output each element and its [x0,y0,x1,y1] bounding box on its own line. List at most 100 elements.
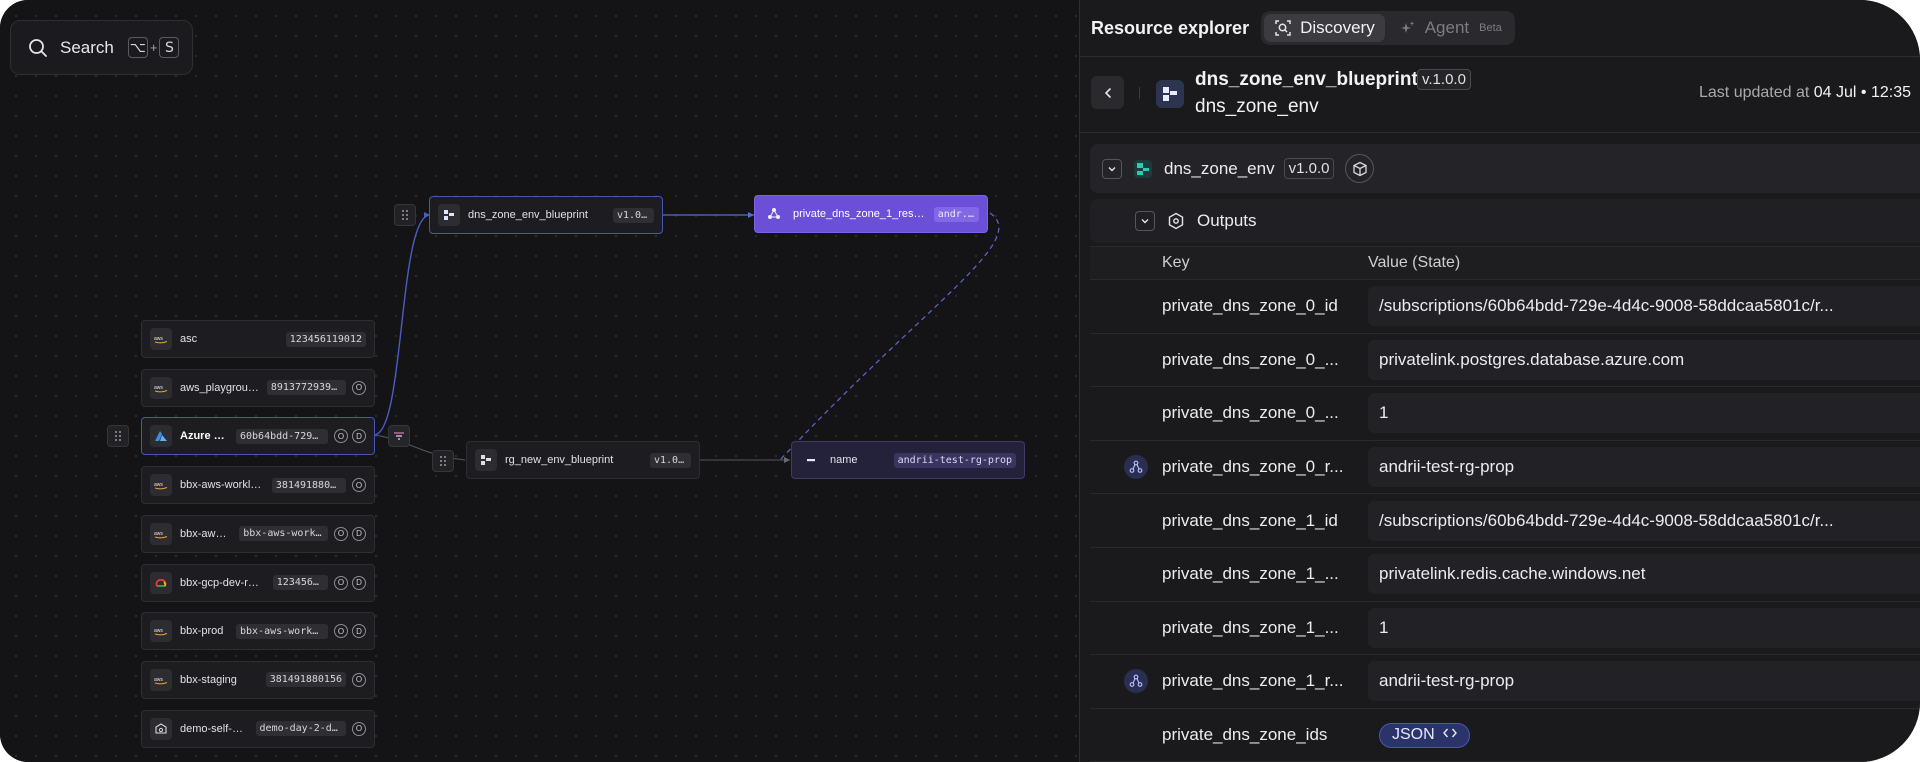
filter-icon [394,432,404,440]
self-hosted-icon [150,717,172,740]
account-id: bbx-aws-workl... [239,526,328,542]
edge-arrow [784,457,790,463]
agent-tab[interactable]: Agent Beta [1389,14,1512,42]
text-field-icon [800,449,822,471]
output-key: private_dns_zone_1_... [1162,564,1339,584]
environment-node[interactable]: aws bbx-staging 381491880156 O [141,660,375,699]
canvas-search[interactable]: Search ⌥ + S [10,20,193,75]
output-value[interactable]: privatelink.redis.cache.windows.net [1368,554,1920,595]
status-badge: O [352,672,366,687]
output-key: private_dns_zone_0_r... [1162,457,1344,477]
output-value-text: privatelink.postgres.database.azure.com [1379,349,1685,369]
node-rg-new-env-blueprint[interactable]: rg_new_env_blueprint v1.0.0 [466,441,700,479]
divider [1080,132,1920,133]
environment-icon [1134,159,1152,178]
output-value-text: privatelink.redis.cache.windows.net [1379,564,1646,584]
cube-icon [1353,161,1367,176]
resource-version: v.1.0.0 [1417,69,1471,90]
account-id: 123456789 [272,575,328,590]
environment-row[interactable]: dns_zone_env v1.0.0 [1090,144,1920,193]
output-value[interactable]: privatelink.postgres.database.azure.com [1368,339,1920,380]
drag-handle[interactable] [394,204,416,226]
output-value-text: andrii-test-rg-prop [1379,457,1515,477]
outputs-section-header[interactable]: Outputs [1090,199,1920,243]
output-value[interactable]: andrii-test-rg-prop [1368,661,1920,702]
output-value[interactable]: JSON [1368,715,1920,755]
output-key: private_dns_zone_0_... [1162,349,1339,369]
table-row[interactable]: private_dns_zone_1_r... andrii-test-rg-pr… [1090,655,1920,709]
json-view-button[interactable]: JSON [1379,722,1470,748]
status-badge: D [352,526,366,541]
environment-name: dns_zone_env [1164,158,1275,178]
table-row[interactable]: private_dns_zone_1_id/subscriptions/60b6… [1090,494,1920,548]
azure-logo-icon [150,425,172,448]
node-label: dns_zone_env_blueprint [468,209,588,221]
resource-subtitle: dns_zone_env [1195,96,1319,117]
node-label: private_dns_zone_1_resource... [793,208,926,220]
code-brackets-icon [1442,726,1457,744]
environment-node[interactable]: aws bbx-aws-workloa... 381491880156 O [141,466,375,505]
account-id: demo-day-2-de... [255,721,346,737]
status-badge: O [352,478,366,493]
output-value[interactable]: /subscriptions/60b64bdd-729e-4d4c-9008-5… [1368,500,1920,541]
table-row[interactable]: private_dns_zone_0_... privatelink.postgr… [1090,334,1920,388]
drag-handle[interactable] [432,450,454,472]
environment-node[interactable]: aws asc 123456119012 [141,320,375,358]
blueprint-icon [438,204,460,226]
search-label: Search [60,37,114,57]
svg-text:aws: aws [154,531,163,537]
reference-link-icon[interactable] [1124,455,1148,480]
environment-node[interactable]: demo-self-hos... demo-day-2-de... O [141,709,375,748]
table-row[interactable]: private_dns_zone_1_... 1 [1090,602,1920,656]
collapse-toggle[interactable] [1135,211,1155,231]
output-value[interactable]: /subscriptions/60b64bdd-729e-4d4c-9008-5… [1368,286,1920,327]
node-private-dns-zone[interactable]: private_dns_zone_1_resource... andr... [754,195,988,233]
svg-text:aws: aws [154,336,163,342]
last-updated-label: Last updated at [1699,84,1810,101]
reference-link-icon[interactable] [1124,669,1148,694]
environment-node[interactable]: aws aws_playground 891377293969 O [141,368,375,407]
environment-node[interactable]: aws bbx-prod bbx-aws-workl... O D [141,612,375,651]
output-value-text: andrii-test-rg-prop [1379,671,1515,691]
environment-node[interactable]: bbx-gcp-dev-regis... 123456789 OD [141,563,375,602]
discovery-tab[interactable]: Discovery [1264,14,1385,42]
filter-button[interactable] [388,425,410,447]
edge-azure-to-dns-blueprint [373,214,431,436]
edge-private-dns-to-name [779,212,1000,461]
option-key: ⌥ [127,37,148,58]
account-id: bbx-aws-workl... [236,623,328,639]
outputs-table: Key Value (State) private_dns_zone_0_id /… [1090,246,1920,762]
app-frame: Search ⌥ + S dns_zone_env_blueprint v1.0… [0,0,1920,762]
shortcut-plus: + [149,40,158,55]
output-key: private_dns_zone_1_r... [1162,671,1344,691]
table-row[interactable]: private_dns_zone_ids JSON [1090,709,1920,762]
environment-label: Azure EU [180,430,228,443]
output-value[interactable]: 1 [1368,607,1920,648]
environment-node[interactable]: Azure EU 60b64bdd-729e... O D [141,417,375,456]
chevron-down-icon [1108,166,1116,171]
node-name-output[interactable]: name andrii-test-rg-prop [791,441,1025,479]
drag-handle[interactable] [107,425,129,447]
environment-node[interactable]: aws bbx-aws-w... bbx-aws-workl... OD [141,514,375,553]
panel-title: Resource explorer [1091,17,1250,38]
back-button[interactable] [1091,76,1124,109]
node-tag: andr... [933,206,979,222]
resource-header: dns_zone_env_blueprint v.1.0.0 dns_zone_… [1080,57,1920,132]
output-key: private_dns_zone_1_id [1162,510,1338,530]
table-row[interactable]: private_dns_zone_0_id/subscriptions/60b6… [1090,280,1920,334]
status-badge: D [352,624,366,639]
collapse-toggle[interactable] [1102,158,1122,179]
table-row[interactable]: private_dns_zone_1_... privatelink.redis.… [1090,548,1920,602]
output-value[interactable]: 1 [1368,393,1920,434]
chevron-down-icon [1141,219,1149,224]
environment-label: bbx-gcp-dev-regis... [180,576,265,589]
node-dns-zone-env-blueprint[interactable]: dns_zone_env_blueprint v1.0.0 [429,196,663,234]
svg-text:aws: aws [154,385,163,391]
separator [1139,87,1140,99]
cube-button[interactable] [1345,154,1375,183]
output-value[interactable]: andrii-test-rg-prop [1368,447,1920,488]
graph-canvas[interactable]: Search ⌥ + S dns_zone_env_blueprint v1.0… [0,0,1079,762]
table-row[interactable]: private_dns_zone_0_r... andrii-test-rg-pr… [1090,441,1920,495]
table-row[interactable]: private_dns_zone_0_... 1 [1090,387,1920,441]
account-id: 123456119012 [285,331,366,347]
